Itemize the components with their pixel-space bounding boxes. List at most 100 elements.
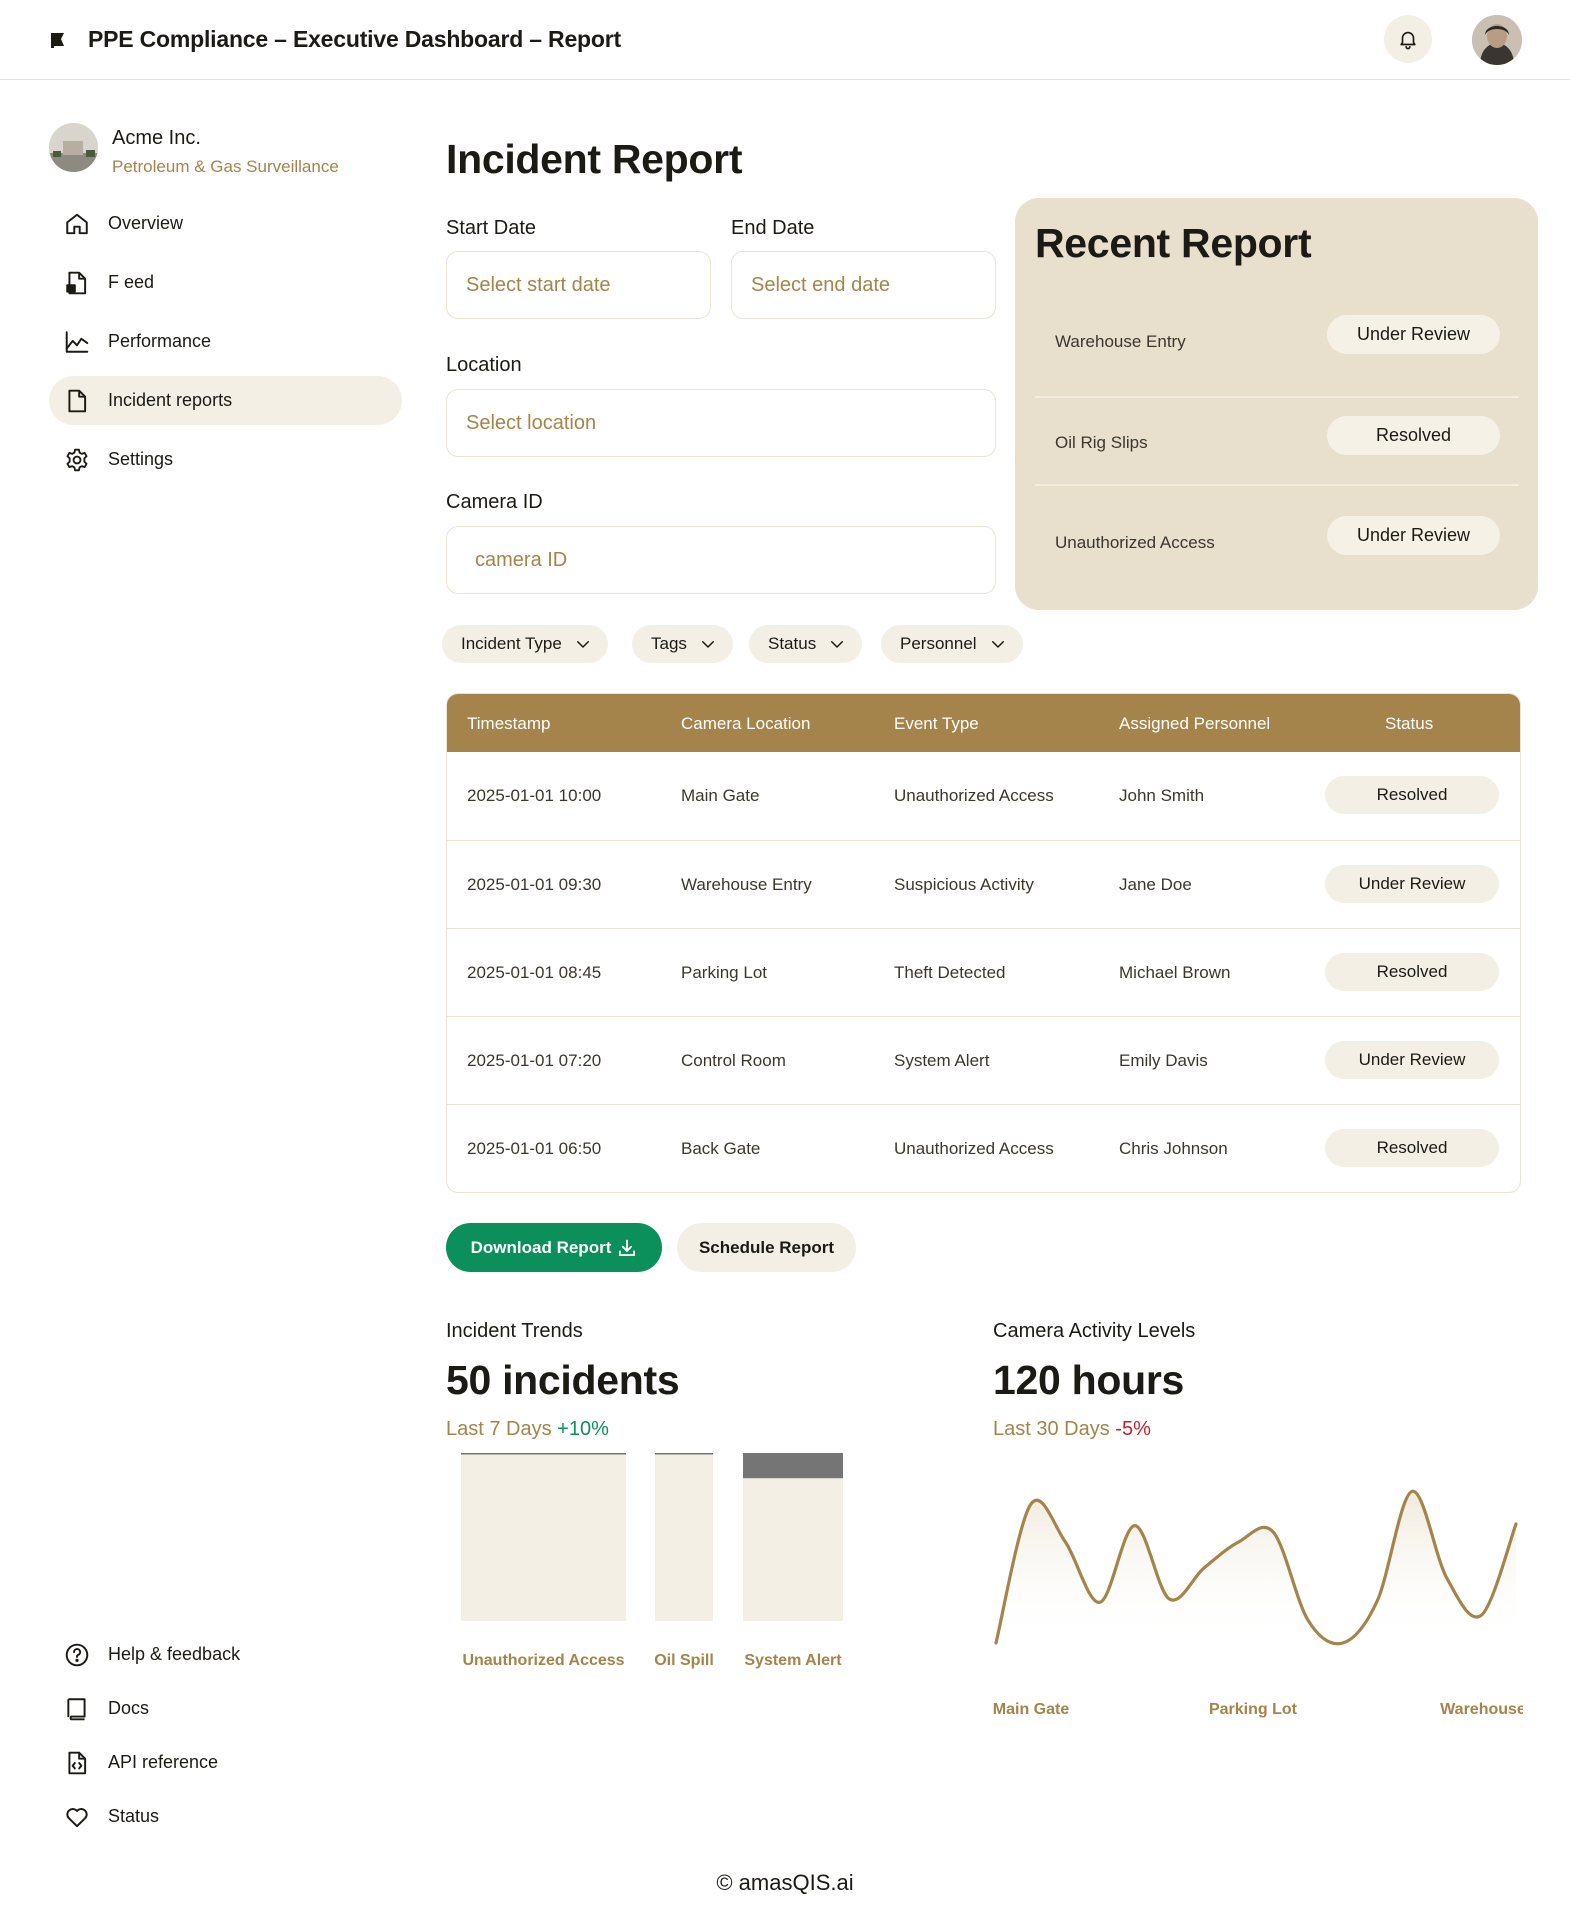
x-tick-label: Warehouse bbox=[1440, 1701, 1523, 1718]
end-date-input[interactable] bbox=[731, 251, 996, 319]
cell-timestamp: 2025-01-01 06:50 bbox=[467, 1139, 602, 1158]
table-row[interactable]: 2025-01-01 06:50 Back Gate Unauthorized … bbox=[447, 1104, 1520, 1192]
incident-trends-period: Last 7 Days +10% bbox=[446, 1418, 609, 1441]
x-tick-label: Oil Spill bbox=[654, 1652, 714, 1669]
status-badge: Resolved bbox=[1325, 1129, 1499, 1167]
table-row[interactable]: 2025-01-01 07:20 Control Room System Ale… bbox=[447, 1016, 1520, 1104]
filter-label: Personnel bbox=[900, 634, 977, 653]
organization-subtitle: Petroleum & Gas Surveillance bbox=[112, 157, 339, 176]
document-icon bbox=[68, 389, 87, 413]
chevron-down-icon bbox=[576, 641, 589, 648]
status-badge: Resolved bbox=[1325, 776, 1499, 814]
filter-label: Tags bbox=[651, 634, 687, 653]
sidebar-item-help-feedback[interactable]: Help & feedback bbox=[49, 1630, 402, 1679]
schedule-report-button[interactable]: Schedule Report bbox=[677, 1223, 856, 1272]
start-date-label: Start Date bbox=[446, 217, 537, 239]
location-input[interactable] bbox=[446, 389, 996, 457]
recent-report-item[interactable]: Oil Rig Slips Resolved bbox=[1035, 393, 1519, 493]
app-title: PPE Compliance – Executive Dashboard – R… bbox=[88, 26, 621, 52]
chevron-down-icon bbox=[991, 641, 1004, 648]
sidebar-item-label: Incident reports bbox=[108, 390, 233, 410]
sidebar-item-overview[interactable]: Overview bbox=[49, 199, 402, 248]
filter-status[interactable]: Status bbox=[749, 625, 863, 663]
x-tick-label: Unauthorized Access bbox=[462, 1652, 624, 1669]
start-date-input[interactable] bbox=[446, 251, 711, 319]
camera-activity-line-chart: Main Gate Parking Lot Warehouse bbox=[993, 1489, 1523, 1718]
table-row[interactable]: 2025-01-01 10:00 Main Gate Unauthorized … bbox=[447, 752, 1520, 840]
sidebar-item-status[interactable]: Status bbox=[49, 1792, 402, 1841]
cell-timestamp: 2025-01-01 10:00 bbox=[467, 786, 602, 805]
sidebar-item-incident-reports[interactable]: Incident reports bbox=[49, 376, 402, 425]
sidebar-item-api-reference[interactable]: API reference bbox=[49, 1738, 402, 1787]
footer-copyright: © amasQIS.ai bbox=[716, 1870, 854, 1895]
camera-id-input[interactable] bbox=[446, 526, 996, 594]
recent-report-name: Oil Rig Slips bbox=[1055, 433, 1148, 452]
status-badge: Under Review bbox=[1327, 516, 1500, 555]
cell-event: Unauthorized Access bbox=[894, 786, 1054, 805]
table-row[interactable]: 2025-01-01 09:30 Warehouse Entry Suspici… bbox=[447, 840, 1520, 928]
filter-label: Incident Type bbox=[461, 634, 562, 653]
help-icon bbox=[65, 1643, 89, 1667]
chart-line-icon bbox=[65, 331, 89, 353]
book-icon bbox=[67, 1698, 86, 1721]
column-header: Assigned Personnel bbox=[1119, 714, 1271, 733]
flag-logo-icon bbox=[51, 33, 64, 48]
cell-location: Parking Lot bbox=[681, 963, 767, 982]
recent-report-item[interactable]: Unauthorized Access Under Review bbox=[1035, 493, 1519, 593]
filter-personnel[interactable]: Personnel bbox=[881, 625, 1023, 663]
table-row[interactable]: 2025-01-01 08:45 Parking Lot Theft Detec… bbox=[447, 928, 1520, 1016]
camera-activity-label: Camera Activity Levels bbox=[993, 1320, 1196, 1342]
home-icon bbox=[66, 213, 88, 235]
sidebar-item-settings[interactable]: Settings bbox=[49, 435, 402, 484]
status-badge: Under Review bbox=[1327, 315, 1500, 354]
filter-incident-type[interactable]: Incident Type bbox=[442, 625, 608, 663]
filter-tags[interactable]: Tags bbox=[632, 625, 733, 663]
heart-icon bbox=[66, 1808, 88, 1828]
status-badge: Under Review bbox=[1325, 1041, 1499, 1079]
download-report-button[interactable]: Download Report bbox=[446, 1223, 662, 1272]
bar-top bbox=[655, 1453, 713, 1455]
divider bbox=[1035, 484, 1519, 486]
column-header: Status bbox=[1385, 714, 1434, 733]
top-bar: PPE Compliance – Executive Dashboard – R… bbox=[0, 0, 1570, 80]
sidebar-item-performance[interactable]: Performance bbox=[49, 317, 402, 366]
incident-trends-value: 50 incidents bbox=[446, 1357, 680, 1403]
sidebar-item-docs[interactable]: Docs bbox=[49, 1684, 402, 1733]
sidebar-item-label: API reference bbox=[108, 1752, 219, 1772]
chevron-down-icon bbox=[701, 641, 714, 648]
status-badge: Resolved bbox=[1327, 416, 1500, 455]
cell-personnel: Emily Davis bbox=[1119, 1051, 1208, 1070]
bar bbox=[461, 1453, 626, 1621]
bar-top bbox=[461, 1453, 626, 1455]
status-badge: Resolved bbox=[1325, 953, 1499, 991]
code-file-icon bbox=[68, 1751, 87, 1775]
sidebar-item-label: Help & feedback bbox=[108, 1644, 241, 1664]
sidebar-item-label: F eed bbox=[108, 272, 155, 292]
organization-name: Acme Inc. bbox=[112, 127, 201, 149]
sidebar-item-label: Performance bbox=[108, 331, 212, 351]
sidebar-item-feed[interactable]: F eed bbox=[49, 258, 402, 307]
bar-top bbox=[743, 1453, 843, 1479]
camera-id-label: Camera ID bbox=[446, 491, 543, 513]
recent-report-name: Warehouse Entry bbox=[1055, 332, 1186, 351]
sidebar-item-label: Docs bbox=[108, 1698, 150, 1718]
recent-report-title: Recent Report bbox=[1035, 220, 1312, 266]
download-report-label: Download Report bbox=[470, 1237, 612, 1257]
x-tick-label: Parking Lot bbox=[1209, 1701, 1298, 1718]
notifications-button[interactable] bbox=[1384, 15, 1432, 63]
x-tick-label: System Alert bbox=[744, 1652, 842, 1669]
period-text: Last 7 Days bbox=[446, 1418, 552, 1440]
bell-icon bbox=[1400, 31, 1416, 50]
incidents-table: Timestamp Camera Location Event Type Ass… bbox=[446, 693, 1521, 1193]
cell-location: Main Gate bbox=[681, 786, 760, 805]
column-header: Camera Location bbox=[681, 714, 811, 733]
recent-report-card: Recent Report Warehouse Entry Under Revi… bbox=[1015, 198, 1538, 610]
column-header: Timestamp bbox=[467, 714, 551, 733]
user-avatar[interactable] bbox=[1472, 15, 1522, 65]
user-photo bbox=[1472, 15, 1522, 65]
organization-avatar bbox=[49, 123, 98, 172]
cell-personnel: Jane Doe bbox=[1119, 875, 1192, 894]
camera-activity-value: 120 hours bbox=[993, 1357, 1184, 1403]
recent-report-item[interactable]: Warehouse Entry Under Review bbox=[1035, 292, 1519, 392]
table-header: Timestamp Camera Location Event Type Ass… bbox=[447, 694, 1520, 752]
